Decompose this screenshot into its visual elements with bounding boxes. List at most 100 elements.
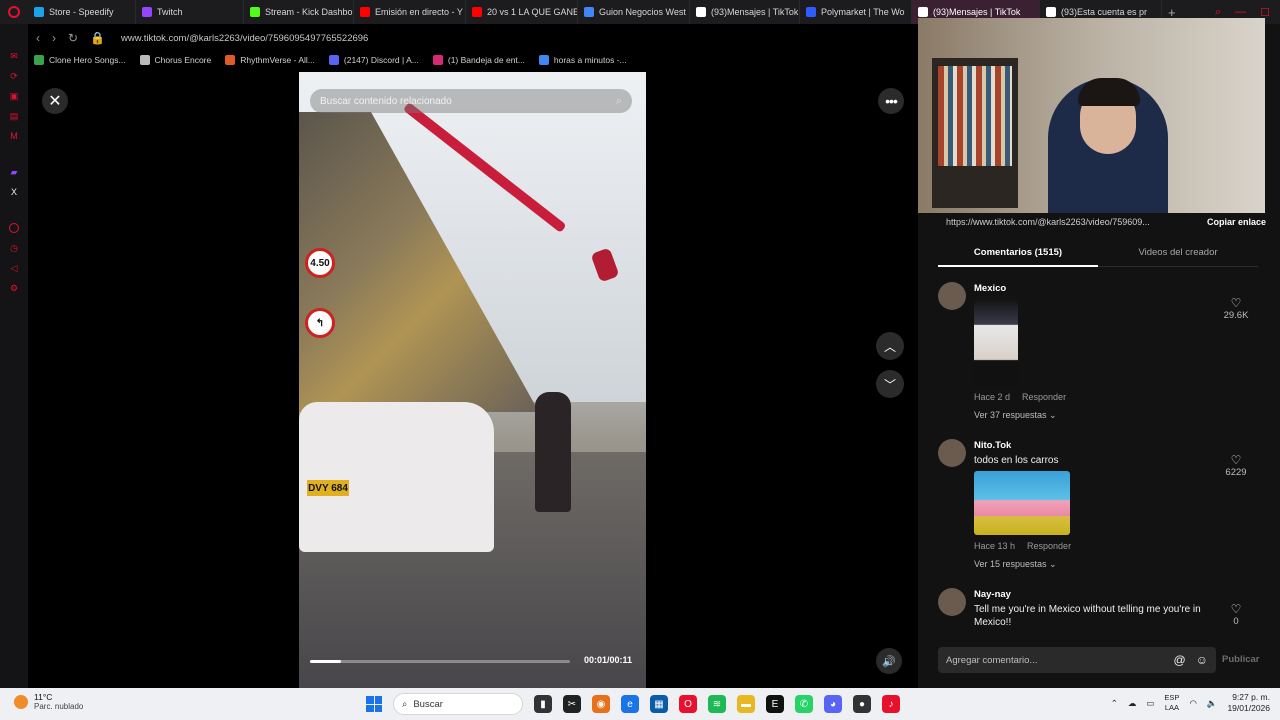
tab-5[interactable]: 20 vs 1 LA QUE GANE xyxy=(466,0,578,24)
clock[interactable]: 9:27 p. m. 19/01/2026 xyxy=(1227,692,1270,714)
search-icon[interactable]: ⌕ xyxy=(616,95,622,108)
language-indicator[interactable]: ESP LAA xyxy=(1164,693,1179,713)
wifi-icon[interactable]: ◠ xyxy=(1189,698,1196,709)
minimize-icon[interactable]: — xyxy=(1235,6,1246,19)
comment-user[interactable]: Nito.Tok xyxy=(974,435,1268,451)
reply-button[interactable]: Responder xyxy=(1027,541,1071,551)
view-replies-button[interactable]: Ver 37 respuestas ⌄ xyxy=(974,410,1268,421)
tab-3[interactable]: Stream - Kick Dashbo xyxy=(244,0,354,24)
bookmark-label: Chorus Encore xyxy=(154,55,212,65)
bookmark-item[interactable]: (2147) Discord | A... xyxy=(328,55,419,65)
search-tabs-icon[interactable]: ⌕ xyxy=(1215,6,1221,19)
spotify-icon[interactable]: ≋ xyxy=(708,695,726,713)
avatar[interactable] xyxy=(938,588,966,616)
bookmark-favicon-icon xyxy=(139,55,150,65)
tab-4[interactable]: Emisión en directo - Y xyxy=(354,0,466,24)
tab-comments[interactable]: Comentarios (1515) xyxy=(938,241,1098,267)
volume-button[interactable]: 🔊 xyxy=(876,648,902,674)
epic-icon[interactable]: E xyxy=(766,695,784,713)
clock-icon[interactable]: ◷ xyxy=(8,242,20,254)
tab-1[interactable]: Store - Speedify xyxy=(28,0,136,24)
bookmark-icon[interactable]: ◁ xyxy=(8,262,20,274)
tab-8[interactable]: Polymarket | The Wo xyxy=(800,0,912,24)
copilot-icon[interactable]: ◉ xyxy=(592,695,610,713)
discord-icon[interactable]: ◕ xyxy=(824,695,842,713)
tab-label: Store - Speedify xyxy=(49,7,114,17)
back-icon[interactable]: ‹ xyxy=(36,31,40,45)
avatar[interactable] xyxy=(938,282,966,310)
emoji-icon[interactable]: ☺ xyxy=(1196,653,1208,667)
opera-menu-button[interactable] xyxy=(0,0,28,24)
like-button[interactable]: ♡ 6229 xyxy=(1216,453,1256,478)
search-icon: ⌕ xyxy=(402,698,408,710)
mention-icon[interactable]: @ xyxy=(1174,653,1186,667)
bookmark-item[interactable]: Clone Hero Songs... xyxy=(34,55,126,65)
like-button[interactable]: ♡ 0 xyxy=(1216,602,1256,627)
monitor-icon[interactable]: ▭ xyxy=(1146,698,1154,709)
chat-icon[interactable]: ▤ xyxy=(8,110,20,122)
app-icon[interactable]: ✂ xyxy=(563,695,581,713)
video-rider xyxy=(535,392,571,512)
comment-image[interactable] xyxy=(974,298,1018,386)
forward-icon[interactable]: › xyxy=(52,31,56,45)
heart-icon: ♡ xyxy=(1230,296,1242,310)
comment-text: todos en los carros xyxy=(974,455,1059,466)
bookmark-item[interactable]: horas a minutos -... xyxy=(538,55,627,65)
like-button[interactable]: ♡ 29.6K xyxy=(1216,296,1256,321)
bookmark-item[interactable]: (1) Bandeja de ent... xyxy=(432,55,525,65)
x-icon[interactable]: X xyxy=(8,186,20,198)
store-icon[interactable]: ▦ xyxy=(650,695,668,713)
twitch-icon[interactable]: ▰ xyxy=(8,166,20,178)
taskbar-search-label: Buscar xyxy=(413,698,443,710)
close-button[interactable]: ✕ xyxy=(42,88,68,114)
bookmark-item[interactable]: Chorus Encore xyxy=(139,55,212,65)
tiktok-icon[interactable]: ♪ xyxy=(882,695,900,713)
messenger-icon[interactable]: ✉ xyxy=(8,50,20,62)
explorer-icon[interactable]: ▬ xyxy=(737,695,755,713)
video-progress[interactable] xyxy=(310,660,570,663)
tab-creator-videos[interactable]: Videos del creador xyxy=(1098,241,1258,266)
edge-icon[interactable]: e xyxy=(621,695,639,713)
video-player[interactable]: DVY 684 4.50 ↰ xyxy=(299,72,646,688)
settings-icon[interactable]: ⚙ xyxy=(8,282,20,294)
chevron-up-icon[interactable]: ⌃ xyxy=(1111,698,1118,709)
publish-button[interactable]: Publicar xyxy=(1222,654,1260,665)
bookmark-item[interactable]: RhythmVerse - All... xyxy=(225,55,315,65)
reload-icon[interactable]: ↻ xyxy=(68,31,78,45)
related-search-input[interactable]: Buscar contenido relacionado ⌕ xyxy=(310,89,632,113)
comment-user[interactable]: Nay-nay xyxy=(974,584,1268,600)
shopping-icon[interactable]: ▣ xyxy=(8,90,20,102)
previous-video-button[interactable]: ︿ xyxy=(876,332,904,360)
comment-input[interactable]: Agregar comentario... @ ☺ xyxy=(938,647,1216,673)
taskbar-search[interactable]: ⌕ Buscar xyxy=(393,693,523,715)
tab-label: 20 vs 1 LA QUE GANE xyxy=(487,7,578,17)
weather-widget[interactable]: 11°C Parc. nublado xyxy=(14,692,83,711)
opera-logo-icon xyxy=(8,6,20,18)
whatsapp-icon[interactable]: ✆ xyxy=(795,695,813,713)
volume-icon[interactable]: 🔈 xyxy=(1207,698,1218,709)
history-icon[interactable]: ⟳ xyxy=(8,70,20,82)
tab-6[interactable]: Guion Negocios West xyxy=(578,0,690,24)
tab-favicon-icon xyxy=(1046,7,1056,17)
start-icon[interactable] xyxy=(366,696,382,712)
tab-7[interactable]: (93)Mensajes | TikTok xyxy=(690,0,800,24)
comment-image[interactable] xyxy=(974,471,1070,535)
opera-icon[interactable]: O xyxy=(679,695,697,713)
comment-user[interactable]: Mexico xyxy=(974,278,1268,294)
copy-link-button[interactable]: Copiar enlace xyxy=(1207,217,1266,227)
view-replies-button[interactable]: Ver 15 respuestas ⌄ xyxy=(974,559,1268,570)
bookmark-favicon-icon xyxy=(432,55,443,65)
task-view-icon[interactable]: ▮ xyxy=(534,695,552,713)
share-link[interactable]: https://www.tiktok.com/@karls2263/video/… xyxy=(946,217,1199,227)
tab-2[interactable]: Twitch xyxy=(136,0,244,24)
onedrive-icon[interactable]: ☁ xyxy=(1128,698,1137,709)
more-options-button[interactable]: ••• xyxy=(878,88,904,114)
obs-icon[interactable]: ● xyxy=(853,695,871,713)
next-video-button[interactable]: ﹀ xyxy=(876,370,904,398)
url-field[interactable]: www.tiktok.com/@karls2263/video/75960954… xyxy=(121,33,368,44)
reply-button[interactable]: Responder xyxy=(1022,392,1066,402)
avatar[interactable] xyxy=(938,439,966,467)
player-icon[interactable] xyxy=(8,222,20,234)
mail-icon[interactable]: M xyxy=(8,130,20,142)
maximize-icon[interactable]: ☐ xyxy=(1260,6,1270,19)
